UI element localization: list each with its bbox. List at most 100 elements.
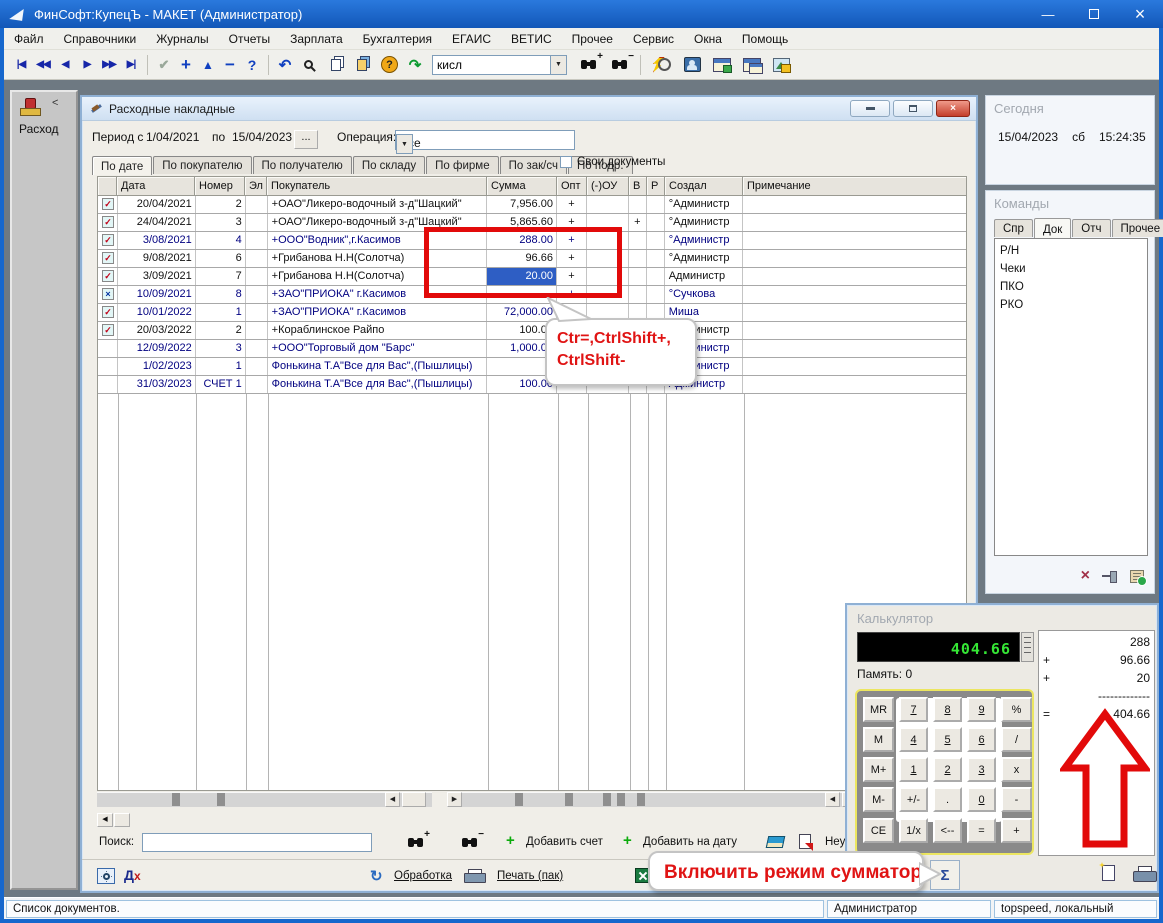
confirm-button[interactable]: ✔ [153,54,175,76]
new-document-icon[interactable] [1102,865,1115,881]
undo-icon[interactable]: ↶ [274,54,296,76]
column-header-7[interactable]: (-)ОУ [587,176,629,196]
edit-record-button[interactable]: ▲ [197,54,219,76]
mini-scrollbar[interactable]: ◀ [97,813,130,827]
calc-key-x[interactable]: x [1001,757,1032,782]
column-header-6[interactable]: Опт [557,176,587,196]
table-row[interactable]: 31/03/2023СЧЕТ 1Фонькина Т.А"Все для Вас… [98,376,966,394]
menu-item-6[interactable]: ЕГАИС [442,29,501,49]
settings-icon[interactable] [97,868,115,884]
column-header-0[interactable] [97,176,117,196]
app-maximize-button[interactable] [1071,0,1117,28]
sidebar-collapse-button[interactable]: < [52,97,58,109]
find-next-icon[interactable]: + [580,58,597,72]
table-row[interactable]: 12/09/20223+ООО"Торговый дом "Барс"1,000… [98,340,966,358]
column-header-8[interactable]: В [629,176,647,196]
processing-button[interactable]: Обработка [394,870,452,882]
column-header-2[interactable]: Номер [195,176,245,196]
sidebar-label[interactable]: Расход [19,122,59,136]
calc-key-+/-[interactable]: +/- [899,787,928,812]
nav-button-3[interactable]: ▶ [76,54,98,76]
user-catalog-icon[interactable] [684,57,701,72]
notebook-check-icon[interactable] [1130,570,1144,583]
menu-item-3[interactable]: Отчеты [219,29,280,49]
calc-key-6[interactable]: 6 [967,727,996,752]
command-item-3[interactable]: РКО [1000,296,1142,314]
calc-key-0[interactable]: 0 [967,787,996,812]
menu-item-5[interactable]: Бухгалтерия [353,29,442,49]
scroll-right-button[interactable]: ▶ [447,792,462,807]
nav-button-4[interactable]: ▶▶ [98,54,120,76]
menu-item-10[interactable]: Окна [684,29,732,49]
calc-key-7[interactable]: 7 [899,697,928,722]
calc-key-M[interactable]: M [863,727,894,752]
book-icon[interactable] [766,836,786,848]
scroll-left-button[interactable]: ◀ [825,792,840,807]
copy-special-icon[interactable] [357,59,367,71]
menu-item-1[interactable]: Справочники [54,29,147,49]
context-help-icon[interactable]: ? [381,56,398,73]
search-icon[interactable] [304,60,313,69]
calc-key-4[interactable]: 4 [899,727,928,752]
print-tape-icon[interactable] [1133,866,1155,882]
column-header-5[interactable]: Сумма [487,176,557,196]
nav-button-2[interactable]: ◀ [54,54,76,76]
help-button[interactable]: ? [241,54,263,76]
menu-item-8[interactable]: Прочее [562,29,623,49]
menu-item-0[interactable]: Файл [4,29,54,49]
command-item-1[interactable]: Чеки [1000,260,1142,278]
commands-tab-2[interactable]: Отч [1072,219,1110,237]
table-row[interactable]: ✓20/04/20212+ОАО"Ликеро-водочный з-д"Шац… [98,196,966,214]
calc-key-+[interactable]: + [1001,818,1032,843]
search-input[interactable] [142,833,372,852]
doc-tab-5[interactable]: По зак/сч [500,156,567,174]
calc-key-%[interactable]: % [1001,697,1032,722]
window-close-button[interactable]: × [936,100,970,117]
table-row[interactable]: ✓20/03/20222+Кораблинское Райпо100.00°Ад… [98,322,966,340]
period-from-value[interactable]: 1/04/2021 [146,130,199,144]
commands-tab-1[interactable]: Док [1034,218,1071,238]
calculator-spin-control[interactable] [1021,632,1034,662]
search-prev-icon[interactable]: − [461,836,478,850]
scroll-left-button[interactable]: ◀ [97,813,113,827]
pin-icon[interactable] [1102,570,1118,582]
new-window-icon[interactable] [713,58,731,72]
calc-key-3[interactable]: 3 [967,757,996,782]
calc-key-M-[interactable]: M- [863,787,894,812]
h-scrollbar[interactable]: ◀ ▶ ◀ [97,792,967,807]
doc-tab-4[interactable]: По фирме [426,156,498,174]
add-icon[interactable]: + [506,832,515,849]
column-header-4[interactable]: Покупатель [267,176,487,196]
column-header-11[interactable]: Примечание [743,176,967,196]
add-account-button[interactable]: Добавить счет [526,836,603,848]
column-header-9[interactable]: Р [647,176,665,196]
own-documents-checkbox[interactable] [560,156,572,168]
operation-combo[interactable]: Все ▼ [395,130,575,150]
period-to-value[interactable]: 15/04/2023 [232,130,292,144]
calc-key-8[interactable]: 8 [933,697,962,722]
calc-key-1/x[interactable]: 1/x [899,818,928,843]
find-prev-icon[interactable]: − [611,58,628,72]
nav-button-1[interactable]: ◀◀ [32,54,54,76]
own-documents-option[interactable]: Свои документы [560,156,665,168]
cascade-windows-icon[interactable] [743,58,761,72]
calc-key-M+[interactable]: M+ [863,757,894,782]
operation-dropdown-button[interactable]: ▼ [396,134,413,154]
menu-item-11[interactable]: Помощь [732,29,798,49]
app-close-button[interactable]: × [1117,0,1163,28]
quick-search-input[interactable] [432,55,550,75]
delete-command-icon[interactable]: × [1081,567,1090,585]
nav-button-5[interactable]: ▶| [120,54,142,76]
nav-button-0[interactable]: |◀ [10,54,32,76]
calc-key-<--[interactable]: <-- [933,818,962,843]
column-header-10[interactable]: Создал [665,176,743,196]
print-pack-button[interactable]: Печать (пак) [497,870,563,882]
doc-tab-2[interactable]: По получателю [253,156,352,174]
period-picker-button[interactable]: ... [294,130,318,149]
command-item-0[interactable]: Р/Н [1000,242,1142,260]
add-icon[interactable]: + [623,832,632,849]
calc-key-5[interactable]: 5 [933,727,962,752]
column-header-3[interactable]: Эл [245,176,267,196]
menu-item-4[interactable]: Зарплата [280,29,353,49]
window-restore-button[interactable] [893,100,933,117]
